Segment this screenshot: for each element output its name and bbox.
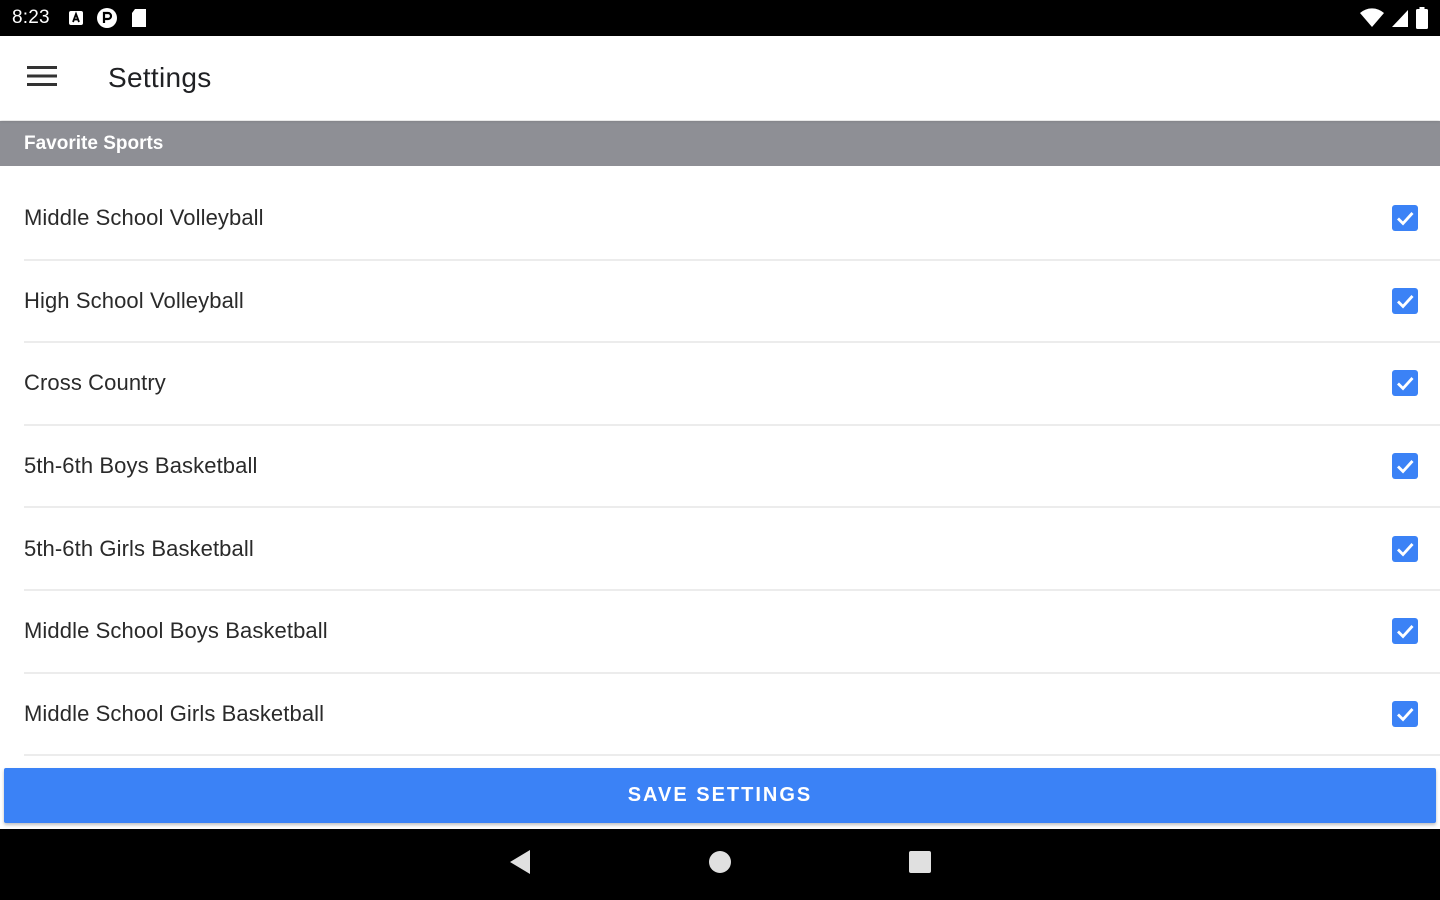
save-settings-button[interactable]: SAVE SETTINGS [4,768,1436,823]
sport-checkbox[interactable] [1392,287,1418,314]
sport-item-5th-6th-boys-basketball[interactable]: 5th-6th Boys Basketball [24,426,1440,509]
sport-item-cross-country[interactable]: Cross Country [24,343,1440,426]
back-icon [508,849,532,880]
checked-checkbox-icon [1392,205,1418,232]
status-bar: 8:23 [0,0,1440,36]
sport-checkbox[interactable] [1392,453,1418,480]
nav-recents-button[interactable] [900,845,940,885]
app-bar: Settings [0,36,1440,120]
page-title: Settings [108,62,212,93]
section-header-favorite-sports: Favorite Sports [0,121,1440,166]
sport-checkbox[interactable] [1392,205,1418,232]
sport-label: Middle School Girls Basketball [24,700,325,726]
status-time: 8:23 [12,7,50,28]
p-notification-icon [96,7,118,29]
sport-checkbox[interactable] [1392,370,1418,397]
a-notification-icon [68,10,84,26]
sport-label: Cross Country [24,370,166,396]
sport-item-middle-school-volleyball[interactable]: Middle School Volleyball [24,178,1440,261]
signal-icon [1390,8,1410,28]
recents-icon [908,850,932,879]
sport-label: 5th-6th Girls Basketball [24,535,254,561]
sport-label: Middle School Volleyball [24,205,264,231]
sport-checkbox[interactable] [1392,535,1418,562]
sport-label: Middle School Boys Basketball [24,618,328,644]
sd-card-icon [130,8,148,28]
checked-checkbox-icon [1392,700,1418,727]
status-notification-icons [68,7,148,29]
sport-item-middle-school-boys-basketball[interactable]: Middle School Boys Basketball [24,591,1440,674]
home-icon [708,850,732,879]
sport-checkbox[interactable] [1392,618,1418,645]
checked-checkbox-icon [1392,370,1418,397]
checked-checkbox-icon [1392,453,1418,480]
sport-item-5th-6th-girls-basketball[interactable]: 5th-6th Girls Basketball [24,508,1440,591]
section-title: Favorite Sports [24,132,164,154]
checked-checkbox-icon [1392,618,1418,645]
nav-back-button[interactable] [500,845,540,885]
hamburger-menu-icon [27,65,57,92]
battery-icon [1416,7,1428,29]
status-system-icons [1360,7,1428,29]
sport-item-middle-school-girls-basketball[interactable]: Middle School Girls Basketball [24,674,1440,757]
system-navigation-bar [0,829,1440,900]
nav-home-button[interactable] [700,845,740,885]
sport-item-high-school-volleyball[interactable]: High School Volleyball [24,261,1440,344]
sport-label: 5th-6th Boys Basketball [24,453,258,479]
wifi-icon [1360,8,1384,28]
sport-checkbox[interactable] [1392,700,1418,727]
favorite-sports-list: Middle School Volleyball High School Vol… [0,178,1440,757]
menu-button[interactable] [0,36,84,120]
checked-checkbox-icon [1392,287,1418,314]
sport-label: High School Volleyball [24,287,244,313]
checked-checkbox-icon [1392,535,1418,562]
